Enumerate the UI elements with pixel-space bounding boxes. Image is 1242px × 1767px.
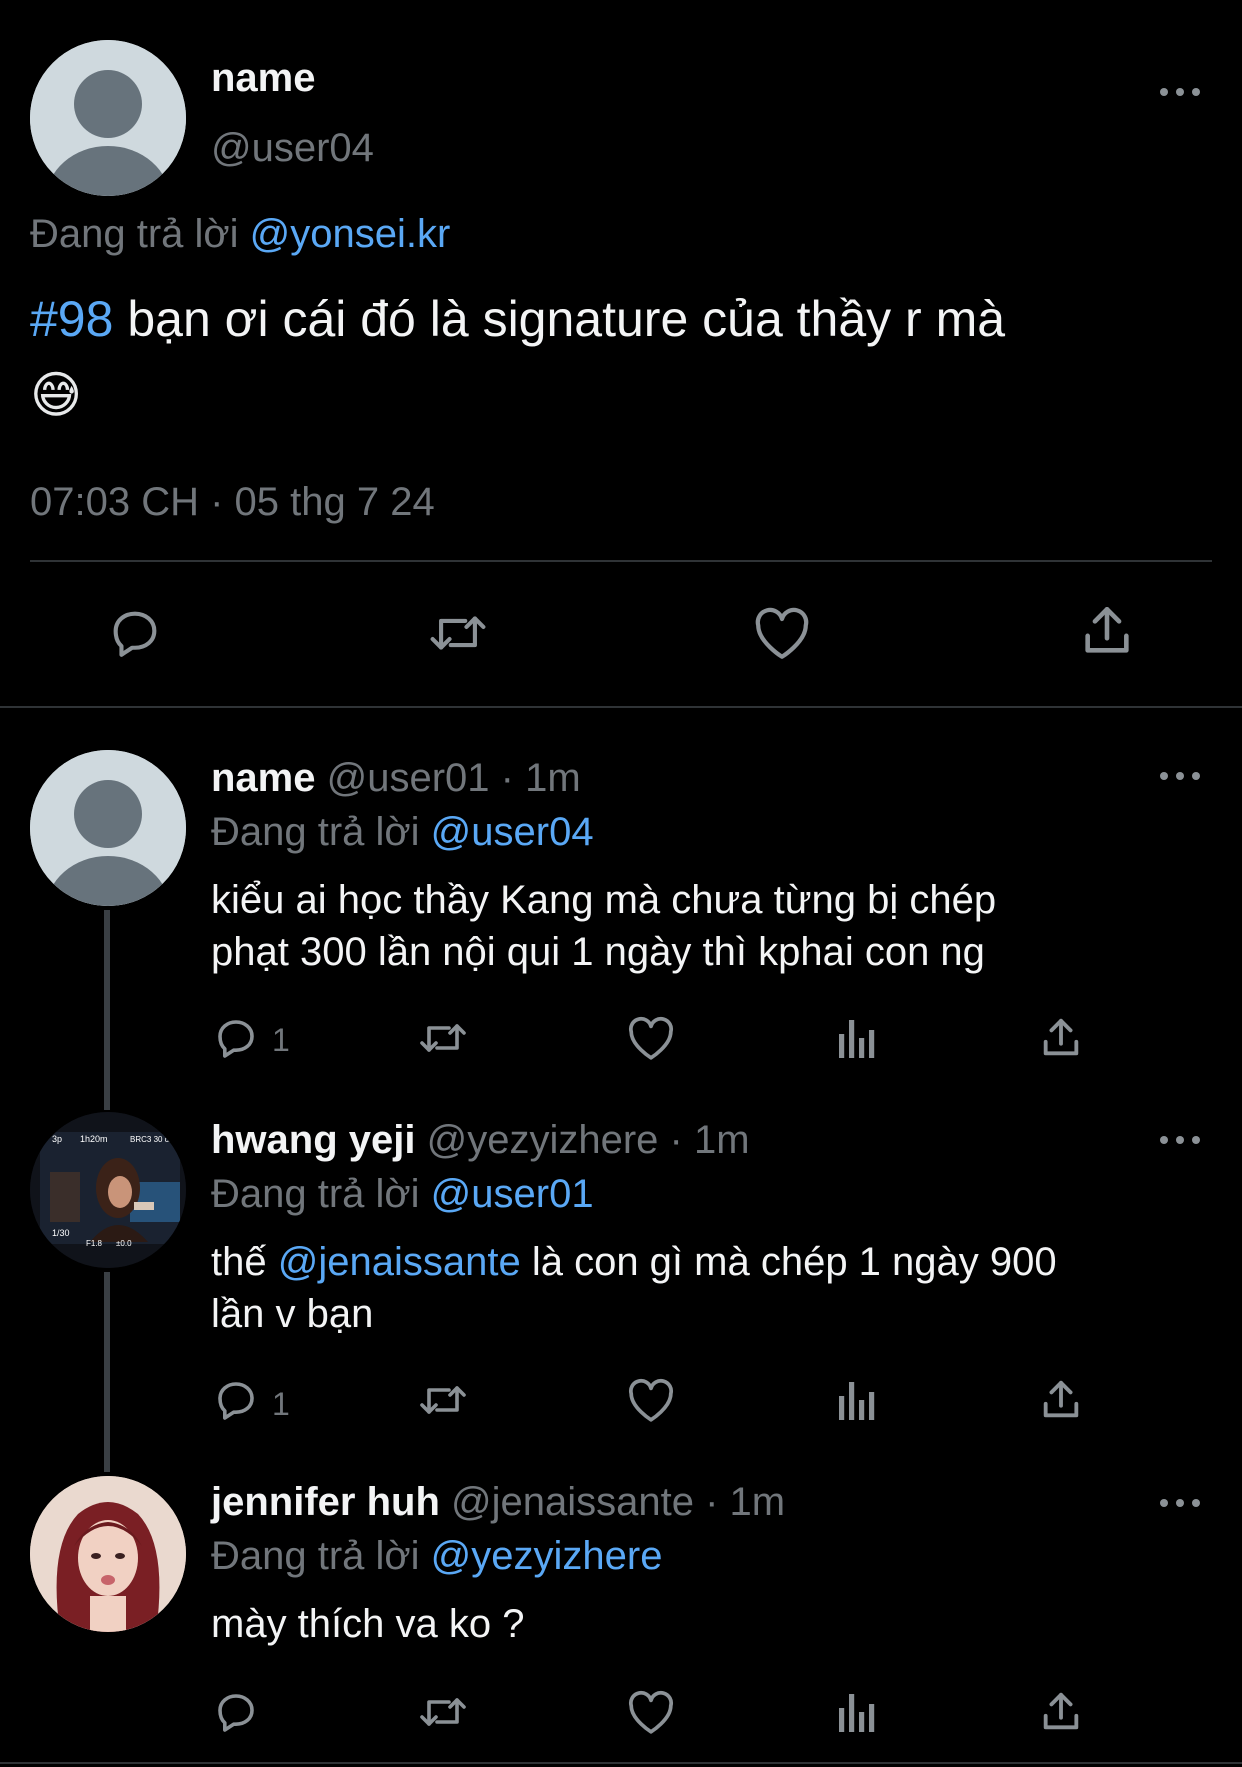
reply-count: 1	[272, 1386, 290, 1422]
more-dots-icon[interactable]	[1160, 82, 1200, 102]
relative-time: · 1m	[705, 1480, 786, 1524]
reply-to-mention[interactable]: @user04	[431, 810, 594, 854]
heart-icon[interactable]	[626, 1688, 676, 1736]
more-dots-icon[interactable]	[1160, 766, 1200, 786]
views-bar-icon[interactable]	[836, 1688, 878, 1736]
tweet-text-line: lần v bạn	[211, 1292, 374, 1336]
reply-header: name @user01 · 1m	[211, 756, 581, 801]
camera-overlay-text: 3p	[52, 1134, 62, 1144]
reply-prefix: Đang trả lời	[211, 1172, 420, 1216]
tweet-text: #98 bạn ơi cái đó là signature của thầy …	[30, 290, 1005, 348]
reply-context: Đang trả lời @yonsei.kr	[30, 212, 450, 257]
camera-overlay-text: 1h20m	[80, 1134, 108, 1144]
more-dots-icon[interactable]	[1160, 1130, 1200, 1150]
camera-overlay-text: ±0.0	[116, 1239, 132, 1248]
thread-connector	[104, 1272, 110, 1472]
reply-bubble-icon[interactable]	[106, 604, 164, 662]
timestamp[interactable]: 07:03 CH · 05 thg 7 24	[30, 480, 435, 525]
views-bar-icon[interactable]	[836, 1376, 878, 1424]
reply-context: Đang trả lời @user04	[211, 810, 594, 855]
tweet-text: là con gì mà chép 1 ngày 900	[531, 1240, 1057, 1284]
reply-to-mention[interactable]: @user01	[431, 1172, 594, 1216]
reply-to-mention[interactable]: @yezyizhere	[431, 1534, 663, 1578]
handle[interactable]: @jenaissante	[451, 1480, 694, 1524]
avatar-default[interactable]	[30, 40, 186, 196]
tweet-text-line: mày thích va ko ?	[211, 1602, 525, 1646]
reply-header: jennifer huh @jenaissante · 1m	[211, 1480, 785, 1525]
avatar-default[interactable]	[30, 750, 186, 906]
section-divider	[0, 706, 1242, 708]
heart-icon[interactable]	[626, 1376, 676, 1424]
emoji: 😅	[30, 367, 83, 423]
hashtag-link[interactable]: #98	[30, 291, 113, 347]
tweet-body: bạn ơi cái đó là signature của thầy r mà	[127, 291, 1006, 347]
relative-time: · 1m	[500, 756, 581, 800]
more-dots-icon[interactable]	[1160, 1493, 1200, 1513]
reply-context: Đang trả lời @yezyizhere	[211, 1534, 662, 1579]
handle[interactable]: @user04	[211, 126, 374, 171]
reply-prefix: Đang trả lời	[211, 810, 420, 854]
tweet-text-line: thế @jenaissante là con gì mà chép 1 ngà…	[211, 1240, 1057, 1285]
share-upload-icon[interactable]	[1078, 602, 1136, 660]
retweet-icon[interactable]	[426, 604, 490, 662]
display-name[interactable]: hwang yeji	[211, 1118, 416, 1162]
camera-overlay-text: 1/30	[52, 1228, 70, 1238]
avatar-photo[interactable]	[30, 1476, 186, 1632]
retweet-icon[interactable]	[416, 1014, 470, 1062]
tweet-text-line: phạt 300 lần nội qui 1 ngày thì kphai co…	[211, 930, 985, 974]
display-name[interactable]: name	[211, 756, 316, 800]
camera-overlay-text: BRC3 30 c/p	[130, 1135, 176, 1144]
reply-context: Đang trả lời @user01	[211, 1172, 594, 1217]
retweet-icon[interactable]	[416, 1376, 470, 1424]
heart-icon[interactable]	[752, 604, 812, 662]
thread-connector	[104, 910, 110, 1110]
reply-bubble-icon[interactable]	[212, 1376, 260, 1424]
divider	[30, 560, 1212, 562]
reply-to-mention[interactable]: @yonsei.kr	[250, 212, 451, 256]
heart-icon[interactable]	[626, 1014, 676, 1062]
reply-bubble-icon[interactable]	[212, 1014, 260, 1062]
handle[interactable]: @yezyizhere	[427, 1118, 659, 1162]
bottom-divider	[0, 1762, 1242, 1764]
camera-overlay-text: F1.8	[86, 1239, 103, 1248]
reply-prefix: Đang trả lời	[211, 1534, 420, 1578]
share-upload-icon[interactable]	[1038, 1688, 1084, 1736]
mention-link[interactable]: @jenaissante	[278, 1240, 521, 1284]
display-name[interactable]: name	[211, 56, 316, 101]
reply-bubble-icon[interactable]	[212, 1688, 260, 1736]
relative-time: · 1m	[669, 1118, 750, 1162]
tweet-text-line: kiểu ai học thầy Kang mà chưa từng bị ch…	[211, 878, 997, 922]
views-bar-icon[interactable]	[836, 1014, 878, 1062]
handle[interactable]: @user01	[327, 756, 490, 800]
display-name[interactable]: jennifer huh	[211, 1480, 440, 1524]
reply-count: 1	[272, 1022, 290, 1058]
share-upload-icon[interactable]	[1038, 1014, 1084, 1062]
share-upload-icon[interactable]	[1038, 1376, 1084, 1424]
reply-header: hwang yeji @yezyizhere · 1m	[211, 1118, 750, 1163]
avatar-photo[interactable]: 3p 1h20m BRC3 30 c/p 1/30 F1.8 ±0.0	[30, 1112, 186, 1268]
tweet-text: thế	[211, 1240, 267, 1284]
reply-prefix: Đang trả lời	[30, 212, 239, 256]
retweet-icon[interactable]	[416, 1688, 470, 1736]
